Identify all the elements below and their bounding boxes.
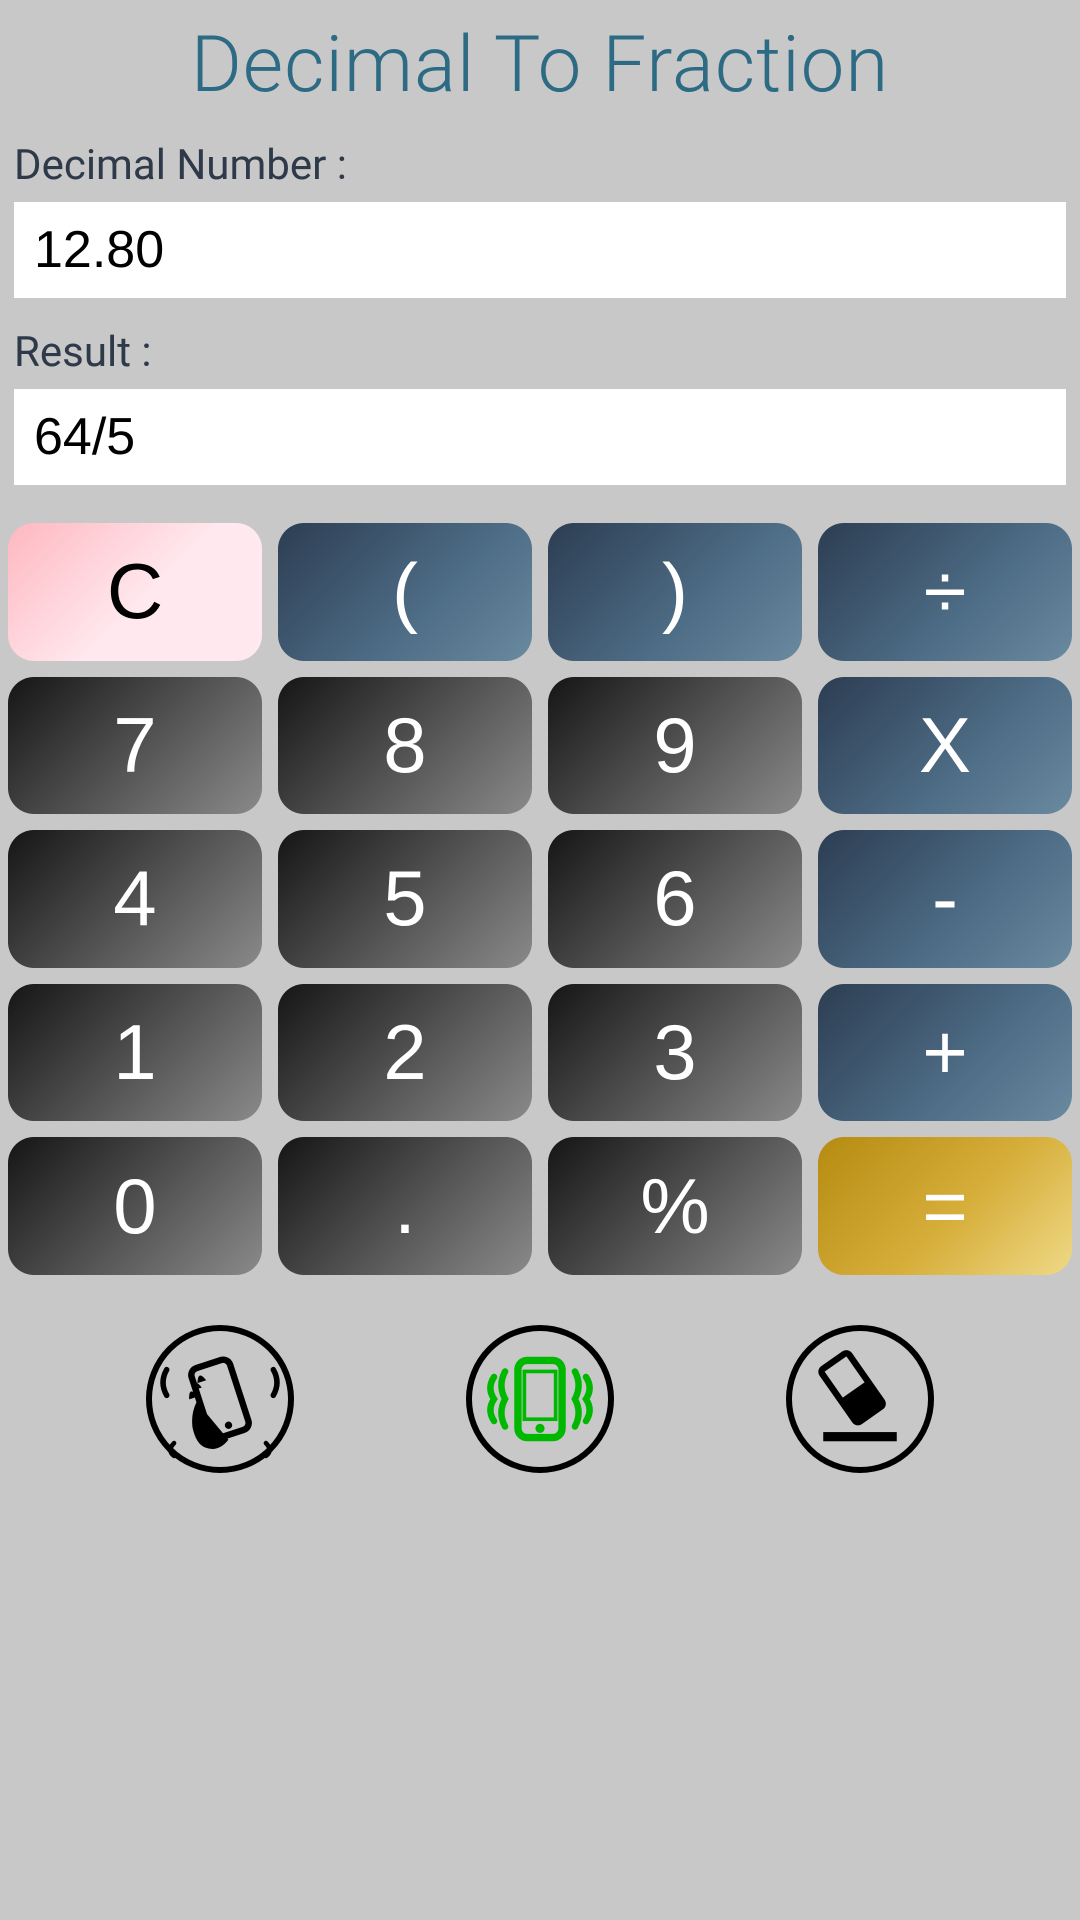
bottom-icon-row	[0, 1285, 1080, 1473]
five-button[interactable]: 5	[278, 830, 532, 968]
minus-button[interactable]: -	[818, 830, 1072, 968]
shake-phone-button[interactable]	[146, 1325, 294, 1473]
keypad: C ( ) ÷ 7 8 9 X 4 5 6 - 1 2 3 + 0 . % =	[0, 515, 1080, 1285]
six-button[interactable]: 6	[548, 830, 802, 968]
open-paren-button[interactable]: (	[278, 523, 532, 661]
result-label: Result :	[14, 328, 1066, 377]
shake-phone-icon	[152, 1331, 288, 1467]
eight-button[interactable]: 8	[278, 677, 532, 815]
decimal-input[interactable]	[14, 202, 1066, 298]
dot-button[interactable]: .	[278, 1137, 532, 1275]
seven-button[interactable]: 7	[8, 677, 262, 815]
nine-button[interactable]: 9	[548, 677, 802, 815]
vibrate-phone-button[interactable]	[466, 1325, 614, 1473]
plus-button[interactable]: +	[818, 984, 1072, 1122]
page-title: Decimal To Fraction	[0, 0, 1080, 141]
erase-button[interactable]	[786, 1325, 934, 1473]
four-button[interactable]: 4	[8, 830, 262, 968]
two-button[interactable]: 2	[278, 984, 532, 1122]
equals-button[interactable]: =	[818, 1137, 1072, 1275]
percent-button[interactable]: %	[548, 1137, 802, 1275]
three-button[interactable]: 3	[548, 984, 802, 1122]
vibrate-phone-icon	[472, 1331, 608, 1467]
one-button[interactable]: 1	[8, 984, 262, 1122]
decimal-label: Decimal Number :	[14, 141, 1066, 190]
clear-button[interactable]: C	[8, 523, 262, 661]
close-paren-button[interactable]: )	[548, 523, 802, 661]
erase-icon	[792, 1331, 928, 1467]
result-input[interactable]	[14, 389, 1066, 485]
zero-button[interactable]: 0	[8, 1137, 262, 1275]
divide-button[interactable]: ÷	[818, 523, 1072, 661]
multiply-button[interactable]: X	[818, 677, 1072, 815]
